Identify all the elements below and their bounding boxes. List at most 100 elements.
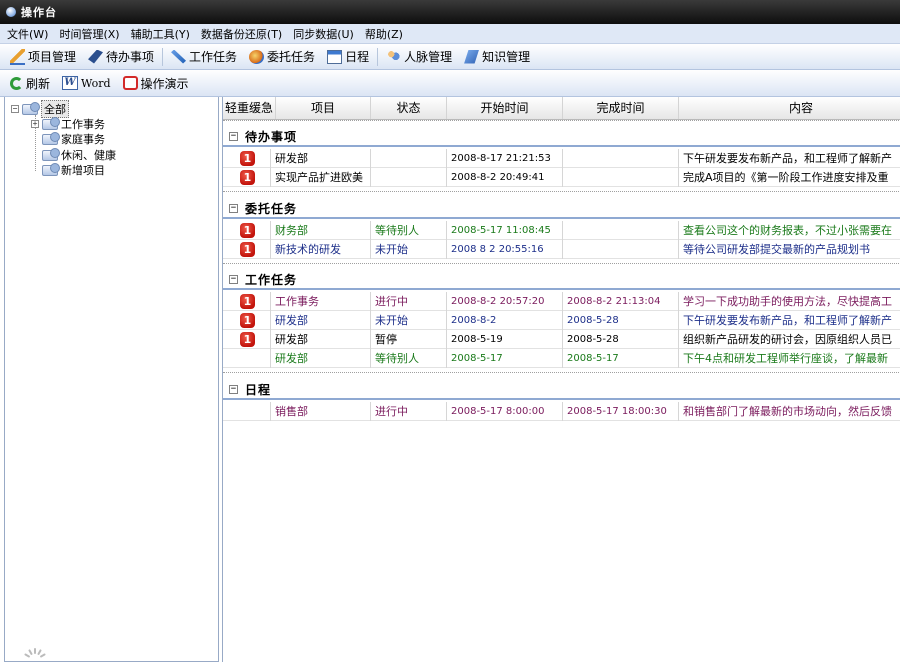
work-task-button[interactable]: 工作任务: [165, 48, 243, 65]
end-time-cell: 2008-5-17: [563, 349, 679, 368]
collapse-icon[interactable]: −: [229, 385, 238, 394]
table-row[interactable]: 1 工作事务 进行中 2008-8-2 20:57:20 2008-8-2 21…: [223, 292, 900, 311]
category-tree: − 全部 + 工作事务 家庭事务 休闲、健康 新增项目: [4, 97, 219, 662]
table-row[interactable]: 研发部 等待别人 2008-5-17 2008-5-17 下午4点和研发工程师举…: [223, 349, 900, 368]
demo-label: 操作演示: [140, 76, 189, 91]
schedule-label: 日程: [345, 50, 370, 64]
status-cell: 等待别人: [371, 349, 447, 368]
start-time-cell: 2008-5-17 8:00:00: [447, 402, 563, 421]
end-time-cell: 2008-5-28: [563, 311, 679, 330]
tree-item-family[interactable]: 家庭事务: [42, 131, 105, 147]
project-cell: 研发部: [271, 311, 371, 330]
demo-button[interactable]: 操作演示: [117, 75, 195, 92]
folder-icon: [22, 101, 40, 115]
priority-cell: 1: [223, 311, 271, 330]
knowledge-button[interactable]: 知识管理: [458, 48, 536, 65]
group-label: 工作任务: [245, 273, 298, 287]
table-row[interactable]: 1 新技术的研发 未开始 2008 8 2 20:55:16 等待公司研发部提交…: [223, 240, 900, 259]
menu-tools[interactable]: 辅助工具(Y): [128, 26, 198, 42]
end-time-cell: [563, 168, 679, 187]
tree-item-label: 家庭事务: [61, 133, 105, 146]
column-header-start-time[interactable]: 开始时间: [447, 97, 563, 119]
table-row[interactable]: 1 实现产品扩进欧美 2008-8-2 20:49:41 完成A项目的《第一阶段…: [223, 168, 900, 187]
globe-icon: [249, 49, 265, 64]
project-cell: 研发部: [271, 349, 371, 368]
status-cell: [371, 149, 447, 168]
project-management-label: 项目管理: [28, 50, 77, 64]
table-row[interactable]: 1 研发部 未开始 2008-8-2 2008-5-28 下午研发要发布新产品，…: [223, 311, 900, 330]
status-cell: 进行中: [371, 402, 447, 421]
tree-item-work[interactable]: + 工作事务: [31, 116, 105, 132]
contacts-button[interactable]: 人脉管理: [380, 48, 458, 65]
word-export-button[interactable]: W Word: [56, 76, 116, 90]
collapse-icon[interactable]: −: [229, 275, 238, 284]
contacts-label: 人脉管理: [404, 50, 453, 64]
loading-spinner-icon: [22, 648, 48, 662]
entrust-task-button[interactable]: 委托任务: [243, 48, 321, 65]
grid-header: 轻重缓急 项目 状态 开始时间 完成时间 内容: [223, 97, 900, 120]
status-cell: 未开始: [371, 311, 447, 330]
column-header-content[interactable]: 内容: [679, 97, 900, 119]
folder-icon: [42, 131, 60, 145]
pen-icon: [88, 49, 104, 64]
group-header-work-tasks[interactable]: − 工作任务: [223, 270, 900, 290]
content-cell: 下午4点和研发工程师举行座谈，了解最新: [683, 352, 888, 365]
column-header-priority[interactable]: 轻重缓急: [223, 97, 276, 119]
column-header-project[interactable]: 项目: [276, 97, 371, 119]
wrench-icon: [171, 49, 187, 64]
knowledge-label: 知识管理: [482, 50, 531, 64]
window-title: 操作台: [21, 6, 57, 19]
table-row[interactable]: 销售部 进行中 2008-5-17 8:00:00 2008-5-17 18:0…: [223, 402, 900, 421]
priority-cell: 1: [223, 221, 271, 240]
project-cell: 研发部: [271, 149, 371, 168]
collapse-icon[interactable]: −: [11, 105, 19, 113]
folder-icon: [42, 116, 60, 130]
group-label: 日程: [245, 383, 272, 397]
content-cell: 组织新产品研发的研讨会，因原组织人员已: [683, 333, 892, 346]
priority-badge: 1: [240, 294, 255, 309]
table-row[interactable]: 1 研发部 2008-8-17 21:21:53 下午研发要发布新产品，和工程师…: [223, 149, 900, 168]
priority-cell: [223, 402, 271, 421]
content-cell: 查看公司这个的财务报表，不过小张需要在: [683, 224, 892, 237]
tree-item-new-project[interactable]: 新增项目: [42, 162, 105, 178]
menu-help[interactable]: 帮助(Z): [362, 26, 411, 42]
todo-button[interactable]: 待办事项: [82, 48, 160, 65]
tree-item-leisure[interactable]: 休闲、健康: [42, 147, 116, 163]
end-time-cell: [563, 149, 679, 168]
column-header-status[interactable]: 状态: [371, 97, 447, 119]
group-label: 待办事项: [245, 130, 298, 144]
column-header-end-time[interactable]: 完成时间: [563, 97, 679, 119]
collapse-icon[interactable]: −: [229, 132, 238, 141]
status-cell: [371, 168, 447, 187]
refresh-button[interactable]: 刷新: [4, 75, 56, 92]
end-time-cell: 2008-8-2 21:13:04: [563, 292, 679, 311]
priority-badge: 1: [240, 170, 255, 185]
end-time-cell: [563, 221, 679, 240]
menu-sync[interactable]: 同步数据(U): [290, 26, 362, 42]
schedule-button[interactable]: 日程: [321, 48, 375, 65]
todo-label: 待办事项: [106, 50, 155, 64]
menu-backup-restore[interactable]: 数据备份还原(T): [198, 26, 290, 42]
menu-time-management[interactable]: 时间管理(X): [56, 26, 127, 42]
app-icon: [6, 7, 16, 17]
book-icon: [464, 49, 480, 64]
priority-cell: [223, 349, 271, 368]
collapse-icon[interactable]: −: [229, 204, 238, 213]
table-row[interactable]: 1 研发部 暂停 2008-5-19 2008-5-28 组织新产品研发的研讨会…: [223, 330, 900, 349]
group-header-entrusted[interactable]: − 委托任务: [223, 199, 900, 219]
start-time-cell: 2008-5-17: [447, 349, 563, 368]
secondary-toolbar: 刷新 W Word 操作演示: [0, 70, 900, 97]
table-row[interactable]: 1 财务部 等待别人 2008-5-17 11:08:45 查看公司这个的财务报…: [223, 221, 900, 240]
expand-icon[interactable]: +: [31, 120, 39, 128]
group-header-todo[interactable]: − 待办事项: [223, 127, 900, 147]
word-icon: W: [62, 76, 79, 90]
group-header-schedule[interactable]: − 日程: [223, 380, 900, 400]
status-cell: 未开始: [371, 240, 447, 259]
project-management-button[interactable]: 项目管理: [4, 48, 82, 65]
folder-icon: [42, 147, 60, 161]
window-titlebar: 操作台: [0, 0, 900, 24]
menu-file[interactable]: 文件(W): [4, 26, 56, 42]
tree-item-label: 休闲、健康: [61, 149, 116, 162]
status-cell: 暂停: [371, 330, 447, 349]
priority-badge: 1: [240, 242, 255, 257]
